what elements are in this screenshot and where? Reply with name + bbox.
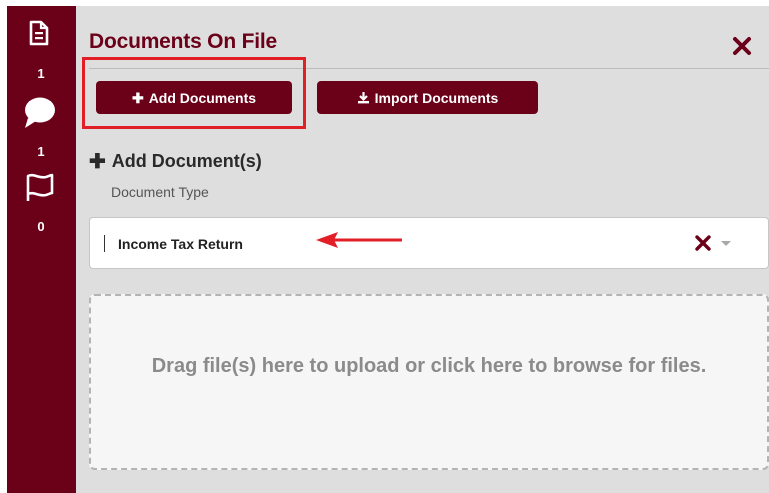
rail-item-comments[interactable]: 1 [7, 86, 76, 166]
download-icon [357, 92, 369, 104]
document-type-label: Document Type [111, 184, 209, 200]
flags-count: 0 [37, 219, 45, 234]
import-documents-button[interactable]: Import Documents [317, 81, 538, 114]
add-documents-label: Add Documents [148, 89, 257, 106]
panel-title: Documents On File [89, 30, 277, 53]
comment-icon [25, 97, 55, 128]
add-documents-section-title: ✚ Add Document(s) [89, 151, 262, 172]
documents-count: 1 [37, 66, 45, 81]
plus-icon: ✚ [131, 89, 144, 106]
left-rail: 1 1 0 [7, 6, 76, 493]
document-type-value: Income Tax Return [118, 236, 243, 252]
close-icon[interactable] [732, 36, 752, 56]
text-cursor [104, 235, 105, 252]
annotation-arrow [316, 232, 402, 248]
rail-item-flags[interactable]: 0 [7, 166, 76, 246]
flag-icon [26, 173, 54, 201]
document-icon [29, 20, 49, 46]
section-title-text: Add Document(s) [111, 151, 262, 171]
comments-count: 1 [37, 144, 45, 159]
clear-selection-icon[interactable] [695, 235, 711, 251]
file-dropzone[interactable]: Drag file(s) here to upload or click her… [89, 294, 769, 470]
dropzone-text: Drag file(s) here to upload or click her… [151, 355, 707, 377]
plus-icon: ✚ [89, 150, 106, 173]
import-documents-label: Import Documents [374, 89, 499, 106]
documents-panel: Documents On File ✚ Add Documents Import… [76, 6, 769, 493]
chevron-down-icon[interactable] [721, 241, 731, 246]
rail-item-documents[interactable]: 1 [7, 6, 76, 86]
document-type-select[interactable]: Income Tax Return [89, 217, 769, 269]
add-documents-button[interactable]: ✚ Add Documents [96, 81, 292, 114]
